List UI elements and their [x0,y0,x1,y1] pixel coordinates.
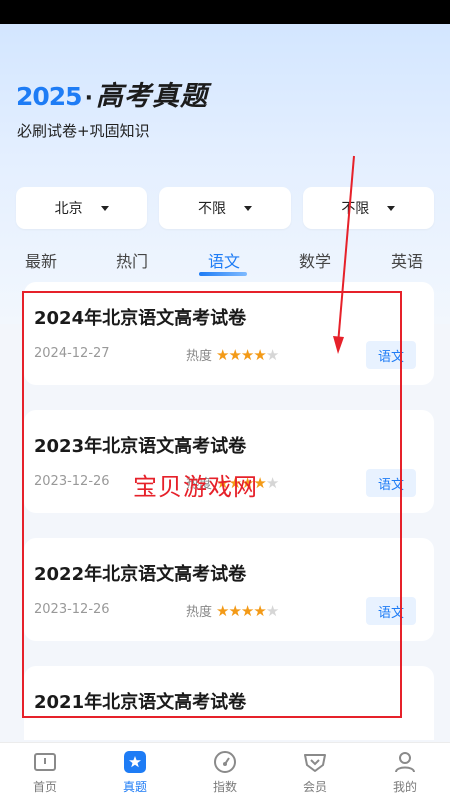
brand-title: 2025 · 高考真题 [16,74,208,112]
filter-label: 不限 [197,201,226,217]
nav-home[interactable]: 首页 [0,743,90,800]
caret-down-icon [387,205,396,211]
caret-down-icon [243,205,252,211]
nav-exams[interactable]: 真题 [90,743,180,800]
subject-tabs: 最新 热门 语文 数学 英语 [0,244,450,278]
nav-label: 会员 [302,780,327,794]
filter-label: 北京 [54,201,83,217]
nav-profile[interactable]: 我的 [360,743,450,800]
status-bar [0,0,450,24]
nav-index[interactable]: 指数 [180,743,270,800]
star-badge-icon [122,749,148,775]
caret-down-icon [100,205,109,211]
watermark-text: 宝贝游戏网 [133,473,258,501]
tab-hot[interactable]: 热门 [116,248,148,272]
nav-vip[interactable]: 会员 [270,743,360,800]
active-tab-indicator [199,272,247,276]
page-subtitle: 必刷试卷+巩固知识 [17,122,150,140]
page-title: 高考真题 [95,81,208,112]
bottom-nav: 首页 真题 指数 会员 我的 [0,742,450,800]
brand-dot: · [84,86,93,111]
filter-label: 不限 [341,201,370,217]
annotation-box [22,291,402,718]
user-icon [392,749,418,775]
nav-label: 指数 [212,780,237,794]
year-filter-dropdown[interactable]: 不限 [159,187,291,229]
tab-chinese[interactable]: 语文 [208,248,240,272]
filter-bar: 北京 不限 不限 [16,187,434,229]
tab-latest[interactable]: 最新 [25,248,57,272]
tab-english[interactable]: 英语 [391,248,423,272]
tab-math[interactable]: 数学 [299,248,331,272]
vip-crown-icon [302,749,328,775]
gauge-icon [212,749,238,775]
type-filter-dropdown[interactable]: 不限 [302,187,434,229]
nav-label: 我的 [392,780,417,794]
nav-label: 真题 [122,780,147,794]
hero-banner [0,24,450,324]
region-filter-dropdown[interactable]: 北京 [16,187,148,229]
nav-label: 首页 [32,780,57,794]
book-icon [32,749,58,775]
brand-year: 2025 [16,82,83,111]
